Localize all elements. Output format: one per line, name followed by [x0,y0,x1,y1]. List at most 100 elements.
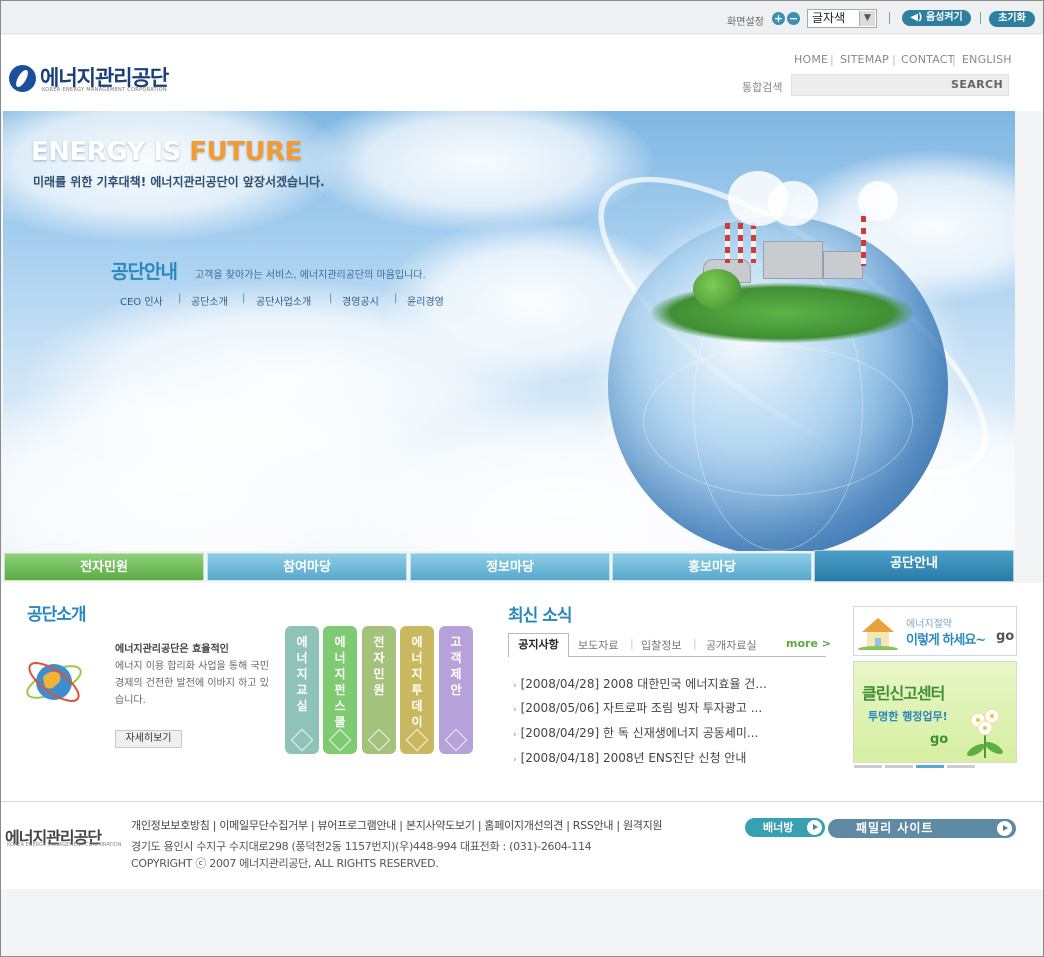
quick-button-fun-school[interactable]: 에너지펀스쿨 [323,626,357,754]
diamond-icon [290,728,314,752]
banner-page-indicator[interactable] [947,765,975,768]
divider [889,12,890,24]
tab-press[interactable]: 보도자료 [578,637,618,653]
hero-banner: ENERGY IS FUTURE 미래를 위한 기후대책! 에너지관리공단이 앞… [3,111,1015,551]
utility-bar: 화면설정 + − 글자색 ▼ ◀) 음성켜기 초기화 [1,1,1043,34]
nav-tab-e-civil[interactable]: 전자민원 [4,553,204,581]
factory-building [823,251,863,279]
tab-notice[interactable]: 공지사항 [508,633,569,657]
reset-button[interactable]: 초기화 [989,11,1035,27]
divider: | [329,293,333,304]
nav-tab-participation[interactable]: 참여마당 [207,553,407,581]
divider: | [952,53,956,66]
island-image [651,283,913,343]
news-more-link[interactable]: more > [786,637,831,650]
family-site-select[interactable]: 패밀리 사이트 [828,819,1016,838]
smoke [768,181,818,226]
divider: | [892,53,896,66]
banner-room-button[interactable]: 배너방 [745,818,825,837]
news-title: 최신 소식 [508,606,572,626]
zoom-out-button[interactable]: − [787,12,800,25]
font-color-select[interactable]: 글자색 ▼ [807,9,877,28]
search-label: 통합검색 [742,81,783,94]
quick-button-label: 에너지투데이 [411,635,423,729]
arrow-right-icon [997,821,1012,836]
hero-title-part1: ENERGY IS [31,137,190,167]
font-color-select-value: 글자색 [812,11,846,25]
banner-page-indicator-active[interactable] [916,765,944,768]
quick-button-label: 전자민원 [373,635,385,697]
zoom-in-button[interactable]: + [772,12,785,25]
news-item[interactable]: › [2008/04/29] 한 독 신재생에너지 공동세미... [513,724,758,741]
nav-sitemap[interactable]: SITEMAP [840,53,889,66]
nav-tab-information[interactable]: 정보마당 [410,553,610,581]
banner1-line1: 에너지절약 [906,619,952,630]
globe-icon [26,662,82,702]
page: 화면설정 + − 글자색 ▼ ◀) 음성켜기 초기화 에너지관리공단 KOREA… [0,0,1044,957]
news-item-text: [2008/04/18] 2008년 ENS진단 신청 안내 [520,751,747,765]
quick-button-e-civil[interactable]: 전자민원 [362,626,396,754]
news-item-text: [2008/05/06] 자트로파 조림 빙자 투자광고 ... [520,701,763,715]
nav-tab-pr[interactable]: 홍보마당 [612,553,812,581]
divider: | [394,293,398,304]
sub-link-disclosure[interactable]: 경영공시 [342,293,379,308]
tab-bid[interactable]: 입찰정보 [641,637,681,653]
bullet-icon: › [513,705,517,715]
nav-english[interactable]: ENGLISH [962,53,1012,66]
house-icon [858,618,898,650]
divider: | [242,293,246,304]
voice-on-button[interactable]: ◀) 음성켜기 [902,10,971,26]
news-item-text: [2008/04/29] 한 독 신재생에너지 공동세미... [520,726,759,740]
screen-setting-label: 화면설정 [727,17,764,28]
nav-home[interactable]: HOME [794,53,828,66]
banner-page-indicator[interactable] [854,765,882,768]
intro-text: 에너지관리공단은 효율적인 에너지 이용 합리화 사업을 통해 국민 경제의 건전… [115,641,275,709]
banner-room-label: 배너방 [763,821,794,834]
banner1-go: go [996,629,1015,644]
quick-button-customer-suggestion[interactable]: 고객제안 [439,626,473,754]
footer-copyright: COPYRIGHT ⓒ 2007 에너지관리공단, ALL RIGHTS RES… [131,857,439,870]
divider: | [630,637,634,650]
sub-link-ceo[interactable]: CEO 인사 [120,293,163,308]
divider: | [693,637,697,650]
quick-button-energy-today[interactable]: 에너지투데이 [400,626,434,754]
bullet-icon: › [513,730,517,740]
hero-title-part2: FUTURE [189,137,302,167]
footer-logo-subtitle: KOREA ENERGY MANAGEMENT CORPORATION [7,842,122,848]
chevron-down-icon: ▼ [859,11,875,26]
sub-link-ethics[interactable]: 윤리경영 [407,293,444,308]
energy-saving-banner[interactable]: 에너지절약 이렇게 하세요~ go [853,606,1017,656]
divider [980,12,981,24]
banner1-line2: 이렇게 하세요~ [906,633,986,648]
view-more-button[interactable]: 자세히보기 [115,730,182,748]
footer: 에너지관리공단 KOREA ENERGY MANAGEMENT CORPORAT… [1,801,1043,889]
banner-page-indicator[interactable] [885,765,913,768]
news-item[interactable]: › [2008/04/28] 2008 대한민국 에너지효율 건... [513,675,767,692]
divider: | [178,293,182,304]
search-button[interactable]: SEARCH [951,78,1003,91]
footer-links[interactable]: 개인정보보호방침 | 이메일무단수집거부 | 뷰어프로그램안내 | 본지사약도보… [131,817,663,833]
sub-link-about[interactable]: 공단소개 [191,293,228,308]
factory-building [763,241,823,279]
quick-button-energy-classroom[interactable]: 에너지교실 [285,626,319,754]
flower-icon [967,708,1003,758]
news-item[interactable]: › [2008/04/18] 2008년 ENS진단 신청 안내 [513,749,746,766]
chimney [725,223,730,263]
news-item[interactable]: › [2008/05/06] 자트로파 조림 빙자 투자광고 ... [513,699,762,716]
logo-mark-icon [9,65,36,92]
banner2-line1: 클린신고센터 [862,684,945,703]
divider: | [830,53,834,66]
family-site-label: 패밀리 사이트 [856,821,934,835]
logo[interactable]: 에너지관리공단 KOREA ENERGY MANAGEMENT CORPORAT… [9,62,199,96]
nav-tab-about[interactable]: 공단안내 [814,550,1014,582]
section-title: 공단안내 [111,261,178,283]
intro-title: 공단소개 [27,605,87,625]
clean-report-banner[interactable]: 클린신고센터 투명한 행정업무! go [853,661,1017,763]
hero-subtitle: 미래를 위한 기후대책! 에너지관리공단이 앞장서겠습니다. [33,175,325,189]
quick-button-label: 고객제안 [450,635,462,697]
nav-contact[interactable]: CONTACT [901,53,955,66]
sub-link-business[interactable]: 공단사업소개 [256,293,311,308]
header: 에너지관리공단 KOREA ENERGY MANAGEMENT CORPORAT… [1,35,1043,111]
tab-public-data[interactable]: 공개자료실 [706,637,757,653]
content-area: 공단소개 에너지관리공단은 효율적인 에너지 이용 합리화 사업을 통해 국민 경… [1,583,1043,801]
